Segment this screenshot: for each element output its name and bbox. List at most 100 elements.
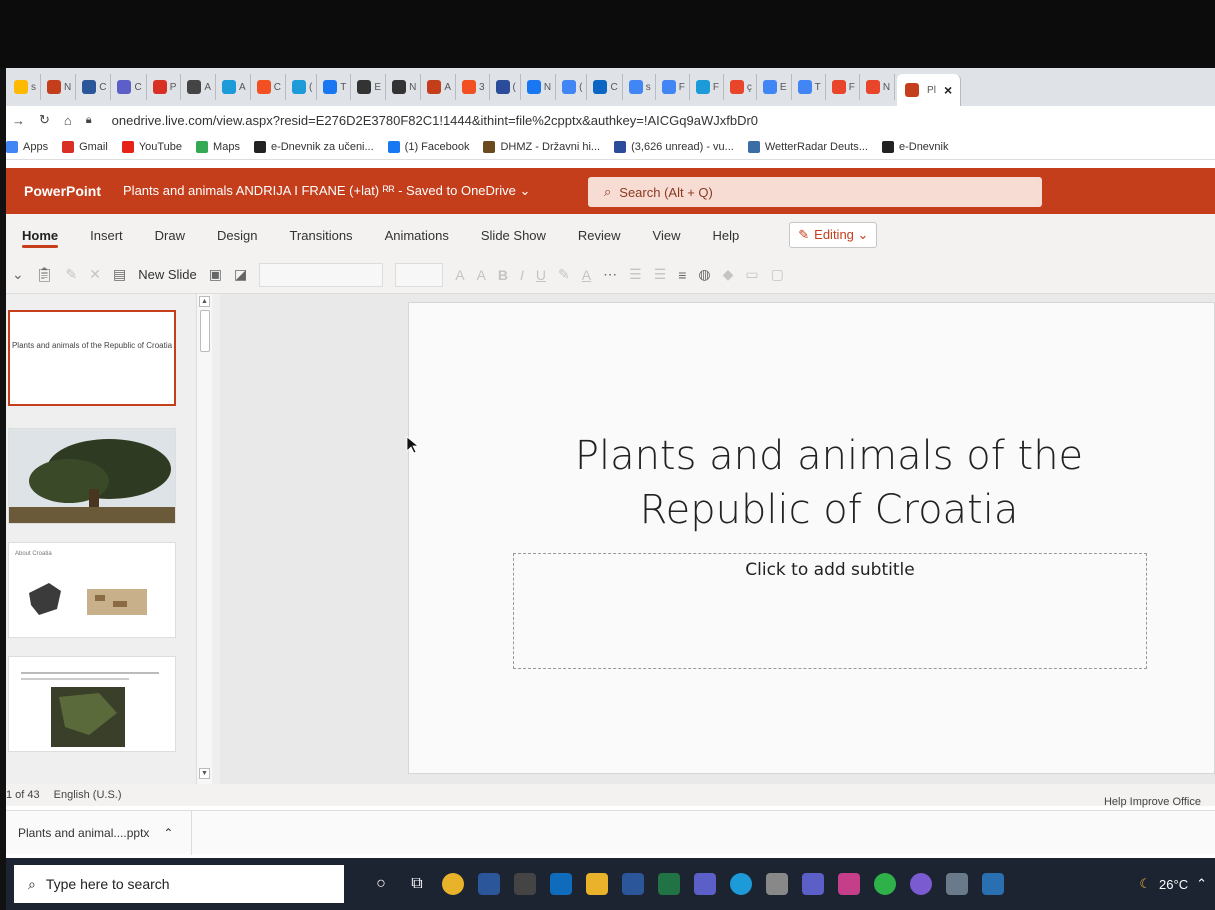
tab-view[interactable]: View <box>637 214 697 256</box>
url-field[interactable]: onedrive.live.com/view.aspx?resid=E276D2… <box>112 113 758 128</box>
bookmark-item[interactable]: Gmail <box>62 140 108 153</box>
browser-tab[interactable]: N <box>523 74 557 100</box>
underline-icon[interactable]: U <box>536 267 546 283</box>
tab-insert[interactable]: Insert <box>74 214 139 256</box>
slide-thumbnail-3[interactable]: About Croatia <box>8 542 176 638</box>
numbering-icon[interactable]: ☰ <box>654 266 667 283</box>
bookmark-item[interactable]: Apps <box>6 140 48 153</box>
mail-icon[interactable] <box>550 873 572 895</box>
tab-design[interactable]: Design <box>201 214 273 256</box>
paste-icon[interactable]: 📋︎ <box>36 266 54 283</box>
browser-tab[interactable]: ( <box>492 74 521 100</box>
scroll-thumb[interactable] <box>200 310 210 352</box>
arrange-icon[interactable]: ▢ <box>771 266 784 283</box>
store-icon[interactable] <box>514 873 536 895</box>
bookmark-item[interactable]: YouTube <box>121 140 182 153</box>
chrome-icon[interactable] <box>442 873 464 895</box>
word2-icon[interactable] <box>622 873 644 895</box>
search-input[interactable]: ⌕ Search (Alt + Q) <box>588 177 1042 207</box>
lock-icon[interactable]: 🔒︎ <box>86 114 92 127</box>
browser-tab[interactable]: C <box>589 74 623 100</box>
viber-icon[interactable] <box>910 873 932 895</box>
forward-arrow-icon[interactable]: → <box>12 113 25 128</box>
teams-icon[interactable] <box>694 873 716 895</box>
excel-icon[interactable] <box>658 873 680 895</box>
photo-icon[interactable] <box>946 873 968 895</box>
app-icon[interactable] <box>766 873 788 895</box>
bookmark-item[interactable]: DHMZ - Državni hi... <box>483 140 600 153</box>
outline-icon[interactable]: ▭ <box>745 266 758 283</box>
browser-tab[interactable]: A <box>218 74 251 100</box>
language[interactable]: English (U.S.) <box>54 789 122 801</box>
browser-tab[interactable]: ç <box>726 74 757 100</box>
slide-canvas[interactable]: Plants and animals of the Republic of Cr… <box>408 302 1215 774</box>
browser-tab[interactable]: P <box>149 74 182 100</box>
bookmark-item[interactable]: Maps <box>196 140 240 153</box>
active-tab[interactable]: Pl × <box>897 74 962 106</box>
whatsapp-icon[interactable] <box>874 873 896 895</box>
tab-draw[interactable]: Draw <box>139 214 201 256</box>
download-item[interactable]: Plants and animal....pptx ⌃ <box>6 810 192 855</box>
subtitle-placeholder-box[interactable]: Click to add subtitle <box>513 553 1147 669</box>
taskbar-search-input[interactable]: ⌕ Type here to search <box>14 865 344 903</box>
delete-icon[interactable]: ✕ <box>89 266 101 283</box>
undo-chevron-icon[interactable]: ⌄ <box>12 266 24 283</box>
more-options-icon[interactable]: ⋯ <box>603 266 617 283</box>
highlight-icon[interactable]: ✎ <box>558 266 570 283</box>
photos-icon[interactable] <box>982 873 1004 895</box>
editing-mode-button[interactable]: ✎ Editing ⌄ <box>789 222 878 248</box>
browser-tab[interactable]: N <box>388 74 422 100</box>
browser-tab[interactable]: F <box>692 74 724 100</box>
chevron-up-icon[interactable]: ⌃ <box>163 826 173 840</box>
tab-animations[interactable]: Animations <box>369 214 465 256</box>
task-view-icon[interactable]: ⧉ <box>406 875 428 893</box>
bold-icon[interactable]: B <box>498 267 508 283</box>
browser-tab[interactable]: T <box>794 74 826 100</box>
thumbnail-scrollbar[interactable]: ▲ ▼ <box>196 294 212 784</box>
layout-icon[interactable]: ▣ <box>209 266 222 283</box>
browser-tab[interactable]: A <box>423 74 456 100</box>
document-title[interactable]: Plants and animals ANDRIJA I FRANE (+lat… <box>123 183 530 199</box>
tab-review[interactable]: Review <box>562 214 637 256</box>
home-icon[interactable]: ⌂ <box>64 113 72 128</box>
format-painter-icon[interactable]: ✎ <box>66 266 78 283</box>
fill-icon[interactable]: ◆ <box>723 266 734 283</box>
edge-icon[interactable] <box>730 873 752 895</box>
bookmark-item[interactable]: (1) Facebook <box>387 140 469 153</box>
browser-tab[interactable]: 3 <box>458 74 490 100</box>
tab-home[interactable]: Home <box>6 214 74 256</box>
grow-font-icon[interactable]: A <box>455 267 464 283</box>
tab-slide-show[interactable]: Slide Show <box>465 214 562 256</box>
browser-tab[interactable]: T <box>319 74 352 100</box>
background-icon[interactable]: ◪ <box>234 266 247 283</box>
italic-icon[interactable]: I <box>520 267 524 283</box>
bookmark-item[interactable]: WetterRadar Deuts... <box>747 140 868 153</box>
browser-tab[interactable]: F <box>658 74 690 100</box>
app-name[interactable]: PowerPoint <box>24 183 101 199</box>
help-improve-office-link[interactable]: Help Improve Office <box>1104 796 1201 808</box>
align-icon[interactable]: ≡ <box>678 267 686 283</box>
tab-help[interactable]: Help <box>697 214 756 256</box>
scroll-up-icon[interactable]: ▲ <box>199 296 210 307</box>
file-explorer-icon[interactable] <box>586 873 608 895</box>
new-slide-icon[interactable]: ▤ <box>113 266 126 283</box>
bookmark-item[interactable]: (3,626 unread) - vu... <box>614 140 734 153</box>
close-tab-icon[interactable]: × <box>944 82 952 98</box>
word-icon[interactable] <box>478 873 500 895</box>
new-slide-button[interactable]: New Slide <box>138 267 197 282</box>
browser-tab[interactable]: E <box>759 74 792 100</box>
browser-tab[interactable]: ( <box>558 74 588 100</box>
slide-thumbnail-2[interactable] <box>8 428 176 524</box>
browser-tab[interactable]: A <box>183 74 217 100</box>
font-size-select[interactable] <box>395 262 444 287</box>
paint-icon[interactable] <box>838 873 860 895</box>
browser-tab[interactable]: E <box>353 74 387 100</box>
teams2-icon[interactable] <box>802 873 824 895</box>
browser-tab[interactable]: s <box>10 74 41 100</box>
browser-tab[interactable]: C <box>78 74 112 100</box>
scroll-down-icon[interactable]: ▼ <box>199 768 210 779</box>
browser-tab[interactable]: s <box>625 74 656 100</box>
shrink-font-icon[interactable]: A <box>477 267 486 283</box>
slide-thumbnail-4[interactable] <box>8 656 176 752</box>
tray-chevron-icon[interactable]: ⌃ <box>1196 876 1207 892</box>
